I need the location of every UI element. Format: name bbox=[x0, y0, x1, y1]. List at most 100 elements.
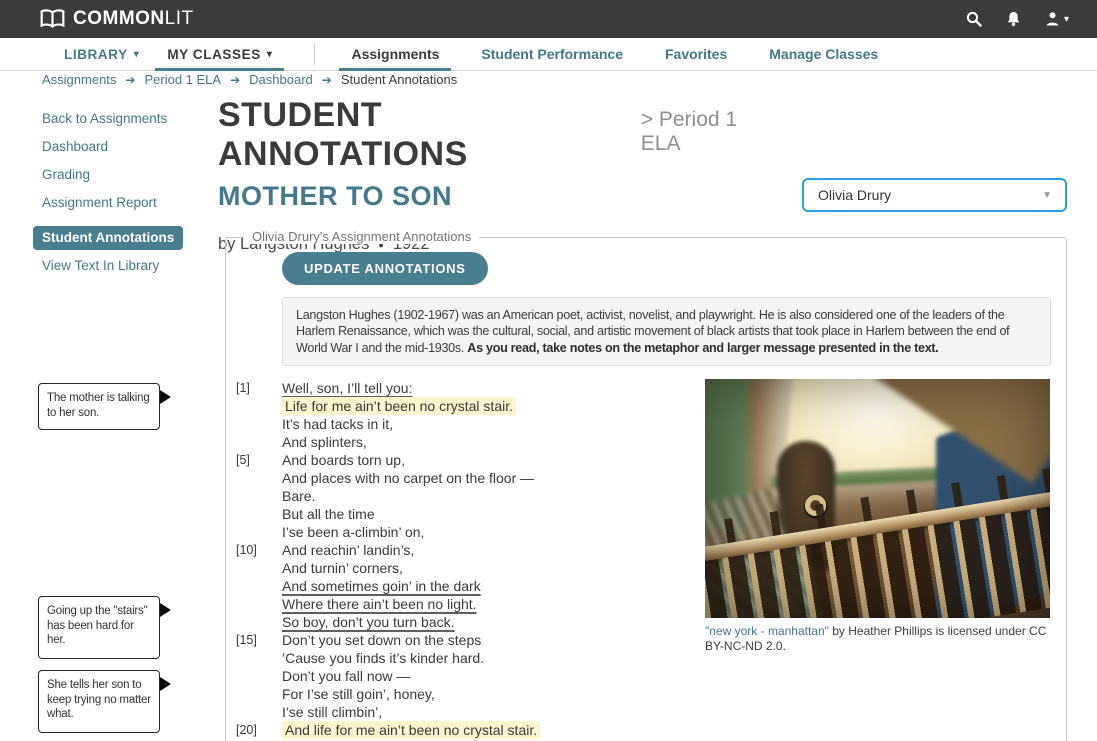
figure-caption: "new york - manhattan" by Heather Philli… bbox=[705, 624, 1050, 654]
annotation-note[interactable]: The mother is talking to her son. bbox=[38, 383, 171, 430]
highlighted-text[interactable]: And life for me ain’t been no crystal st… bbox=[282, 721, 541, 739]
chevron-down-icon: ▾ bbox=[133, 48, 140, 60]
poem-line: It’s had tacks in it, bbox=[234, 415, 694, 433]
poem-line: Bare. bbox=[234, 487, 694, 505]
annotation-note[interactable]: Going up the "stairs" has been hard for … bbox=[38, 596, 171, 659]
annotation-note[interactable]: She tells her son to keep trying no matt… bbox=[38, 670, 171, 733]
tab-student-performance[interactable]: Student Performance bbox=[467, 38, 637, 70]
poem-line: [10] And reachin’ landin’s, bbox=[234, 541, 694, 559]
poem: [1] Well, son, I’ll tell you: Life for m… bbox=[234, 379, 694, 739]
poem-line-number: [5] bbox=[236, 453, 250, 467]
poem-line-number bbox=[234, 613, 282, 631]
sidebar-item-dashboard[interactable]: Dashboard bbox=[42, 140, 217, 154]
select-caret-icon: ▼ bbox=[1042, 189, 1052, 201]
poem-line-text: I’se still climbin’, bbox=[282, 704, 383, 720]
underlined-text[interactable]: Well, son, I’ll tell you: bbox=[282, 380, 412, 396]
update-annotations-button[interactable]: UPDATE ANNOTATIONS bbox=[282, 252, 488, 285]
intro-instruction-bold: As you read, take notes on the metaphor … bbox=[467, 340, 939, 355]
caption-link[interactable]: "new york - manhattan" bbox=[705, 624, 829, 638]
student-select[interactable]: Olivia Drury ▼ bbox=[802, 178, 1067, 212]
poem-line-text: ’Cause you finds it’s kinder hard. bbox=[282, 650, 485, 666]
poem-line-number bbox=[234, 523, 282, 541]
tab-manage-classes[interactable]: Manage Classes bbox=[755, 38, 892, 70]
top-header: COMMONLIT ▾ bbox=[0, 0, 1097, 38]
nav-menu-my-classes[interactable]: MY CLASSES ▾ bbox=[153, 38, 286, 71]
bell-icon[interactable] bbox=[1006, 11, 1021, 27]
poem-line-text: I’se been a-climbin’ on, bbox=[282, 524, 425, 540]
poem-line: [20] And life for me ain’t been no cryst… bbox=[234, 721, 694, 739]
search-icon[interactable] bbox=[966, 11, 982, 27]
main-nav: LIBRARY ▾ MY CLASSES ▾ Assignments Student P… bbox=[0, 38, 1097, 71]
poem-line-text: But all the time bbox=[282, 506, 375, 522]
breadcrumb-link-dashboard[interactable]: Dashboard bbox=[249, 72, 313, 87]
logo-text: COMMONLIT bbox=[73, 8, 194, 30]
tab-assignments[interactable]: Assignments bbox=[337, 38, 453, 71]
poem-line: For I’se still goin’, honey, bbox=[234, 685, 694, 703]
poem-line-number bbox=[234, 397, 282, 415]
sidebar-item-grading[interactable]: Grading bbox=[42, 168, 217, 182]
poem-line-text: Don’t you set down on the steps bbox=[282, 632, 482, 648]
breadcrumb-link-period-1-ela[interactable]: Period 1 ELA bbox=[144, 72, 221, 87]
chevron-down-icon: ▾ bbox=[1063, 13, 1069, 25]
poem-line-number bbox=[234, 667, 282, 685]
poem-line-text: Bare. bbox=[282, 488, 316, 504]
poem-line: And places with no carpet on the floor — bbox=[234, 469, 694, 487]
breadcrumb-current: Student Annotations bbox=[340, 72, 458, 87]
underlined-text[interactable]: And sometimes goin’ in the dark bbox=[282, 578, 481, 594]
header-icons: ▾ bbox=[966, 0, 1069, 38]
poem-line: Where there ain’t been no light. bbox=[234, 595, 694, 613]
nav-menu-library[interactable]: LIBRARY ▾ bbox=[50, 38, 153, 70]
panel-legend: Olivia Drury's Assignment Annotations bbox=[244, 229, 480, 244]
poem-line: I’se still climbin’, bbox=[234, 703, 694, 721]
poem-line-number bbox=[234, 595, 282, 613]
poem-line-number bbox=[234, 685, 282, 703]
tab-favorites[interactable]: Favorites bbox=[651, 38, 741, 70]
chevron-down-icon: ▾ bbox=[266, 48, 273, 60]
nav-tabs: Assignments Student Performance Favorites M… bbox=[337, 38, 906, 71]
poem-line: ’Cause you finds it’s kinder hard. bbox=[234, 649, 694, 667]
sidebar-item-back-to-assignments[interactable]: Back to Assignments bbox=[42, 112, 217, 126]
logo-text-bold: COMMON bbox=[73, 8, 165, 29]
poem-line-number: [1] bbox=[236, 381, 250, 395]
intro-box: Langston Hughes (1902-1967) was an Ameri… bbox=[282, 297, 1051, 366]
poem-line-text: And turnin’ corners, bbox=[282, 560, 403, 576]
poem-line: [1] Well, son, I’ll tell you: bbox=[234, 379, 694, 397]
breadcrumb: Assignments ➔ Period 1 ELA ➔ Dashboard ➔ Stude… bbox=[42, 72, 457, 87]
underlined-text[interactable]: Where there ain’t been no light. bbox=[282, 596, 477, 612]
poem-line-number bbox=[234, 649, 282, 667]
poem-line-number bbox=[234, 487, 282, 505]
poem-line-number: [10] bbox=[236, 543, 257, 557]
poem-line-text: And boards torn up, bbox=[282, 452, 405, 468]
poem-line-number bbox=[234, 415, 282, 433]
user-menu-icon[interactable]: ▾ bbox=[1045, 11, 1069, 27]
poem-line: And splinters, bbox=[234, 433, 694, 451]
text-title: MOTHER TO SON bbox=[218, 181, 453, 211]
poem-line-text: For I’se still goin’, honey, bbox=[282, 686, 435, 702]
underlined-text[interactable]: So boy, don’t you turn back. bbox=[282, 614, 455, 630]
breadcrumb-link-assignments[interactable]: Assignments bbox=[42, 72, 116, 87]
highlighted-text[interactable]: Life for me ain’t been no crystal stair. bbox=[282, 397, 516, 415]
poem-line-number bbox=[234, 433, 282, 451]
page-title: STUDENT ANNOTATIONS bbox=[218, 96, 468, 173]
poem-line-text: Don’t you fall now — bbox=[282, 668, 411, 684]
nav-divider bbox=[314, 43, 316, 65]
breadcrumb-arrow-icon: ➔ bbox=[125, 72, 136, 87]
breadcrumb-arrow-icon: ➔ bbox=[230, 72, 241, 87]
poem-line-text: And places with no carpet on the floor — bbox=[282, 470, 535, 486]
poem-line: I’se been a-climbin’ on, bbox=[234, 523, 694, 541]
sidebar-item-student-annotations[interactable]: Student Annotations bbox=[33, 226, 184, 250]
commonlit-logo[interactable]: COMMONLIT bbox=[40, 8, 194, 30]
poem-line: [15] Don’t you set down on the steps bbox=[234, 631, 694, 649]
sidebar-item-view-text-in-library[interactable]: View Text In Library bbox=[42, 259, 217, 273]
breadcrumb-arrow-icon: ➔ bbox=[321, 72, 332, 87]
annotations-panel: Olivia Drury's Assignment Annotations UP… bbox=[225, 229, 1067, 741]
figure: "new york - manhattan" by Heather Philli… bbox=[705, 379, 1050, 654]
page: COMMONLIT ▾ LIBRARY ▾ MY CLASSES ▾ Assignme… bbox=[0, 0, 1097, 741]
poem-line: Life for me ain’t been no crystal stair. bbox=[234, 397, 694, 415]
poem-line-number bbox=[234, 703, 282, 721]
poem-line: So boy, don’t you turn back. bbox=[234, 613, 694, 631]
logo-text-light: LIT bbox=[164, 8, 194, 29]
sidebar-item-assignment-report[interactable]: Assignment Report bbox=[42, 196, 217, 210]
poem-line-number: [15] bbox=[236, 633, 257, 647]
sidebar: Back to Assignments Dashboard Grading Assig… bbox=[33, 112, 217, 287]
